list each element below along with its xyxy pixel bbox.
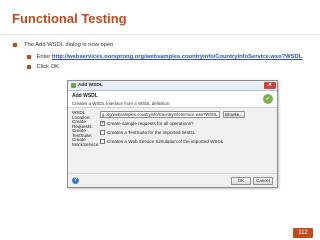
create-requests-row: Create Requests: Create sample requests …: [72, 119, 273, 129]
dialog-footer: ? OK Cancel: [68, 173, 277, 187]
page-number: 112: [293, 228, 313, 238]
wsdl-link[interactable]: http://webservices.oorsprong.org/websamp…: [52, 54, 302, 60]
create-mockservice-row: Create MockService: Creates a Web Servic…: [72, 136, 273, 147]
app-icon: [71, 83, 76, 88]
dialog-title: Add WSDL: [78, 83, 103, 88]
slide-title: Functional Testing: [12, 11, 127, 26]
bullet-item: Click OK.: [27, 64, 61, 70]
bullet-item: The Add WSDL dialog is now open: [13, 42, 113, 48]
create-testsuite-row: Create TestSuite: Creates a TestSuite fo…: [72, 128, 273, 138]
wsdl-location-row: WSDL Location: g.org/websamples.countryi…: [72, 110, 273, 120]
create-mockservice-text: Creates a Web Service Simulation of the …: [107, 139, 224, 144]
bullet-square-icon: [13, 43, 17, 47]
browse-button[interactable]: Browse...: [223, 111, 245, 118]
close-icon[interactable]: ✕: [264, 82, 276, 89]
bullet-text: Enter: [36, 54, 52, 60]
bullet-item: Enter http://webservices.oorsprong.org/w…: [27, 54, 304, 60]
dialog-body: WSDL Location: g.org/websamples.countryi…: [68, 108, 277, 148]
ok-button[interactable]: OK: [231, 176, 251, 185]
cancel-button[interactable]: Cancel: [253, 176, 273, 185]
dialog-titlebar[interactable]: Add WSDL ✕: [68, 81, 277, 91]
bullet-text: The Add WSDL dialog is now open: [24, 42, 114, 48]
dialog-header: Add WSDL Creates a WSDL Interface from a…: [68, 91, 277, 108]
title-divider: [0, 34, 320, 35]
help-icon[interactable]: ?: [72, 177, 79, 184]
add-wsdl-dialog: Add WSDL ✕ Add WSDL Creates a WSDL Inter…: [67, 80, 278, 188]
bullet-text-suffix: .: [302, 54, 304, 60]
create-testsuite-checkbox[interactable]: [100, 130, 105, 135]
create-mockservice-checkbox[interactable]: [100, 139, 105, 144]
soapui-logo-icon: ✓: [263, 94, 273, 104]
create-testsuite-text: Creates a TestSuite for the imported WSD…: [107, 130, 196, 135]
create-requests-text: Create sample requests for all operation…: [107, 121, 194, 126]
create-requests-checkbox[interactable]: [100, 120, 105, 126]
header-title: Add WSDL: [72, 93, 98, 99]
header-subtitle: Creates a WSDL Interface from a WSDL def…: [72, 101, 170, 106]
bullet-text: Click OK.: [36, 64, 61, 70]
bullet-square-icon: [27, 55, 31, 59]
create-mockservice-label: Create MockService:: [72, 136, 100, 147]
wsdl-location-input[interactable]: g.org/websamples.countryinfo/CountryInfo…: [100, 111, 220, 118]
bullet-square-icon: [27, 65, 31, 69]
